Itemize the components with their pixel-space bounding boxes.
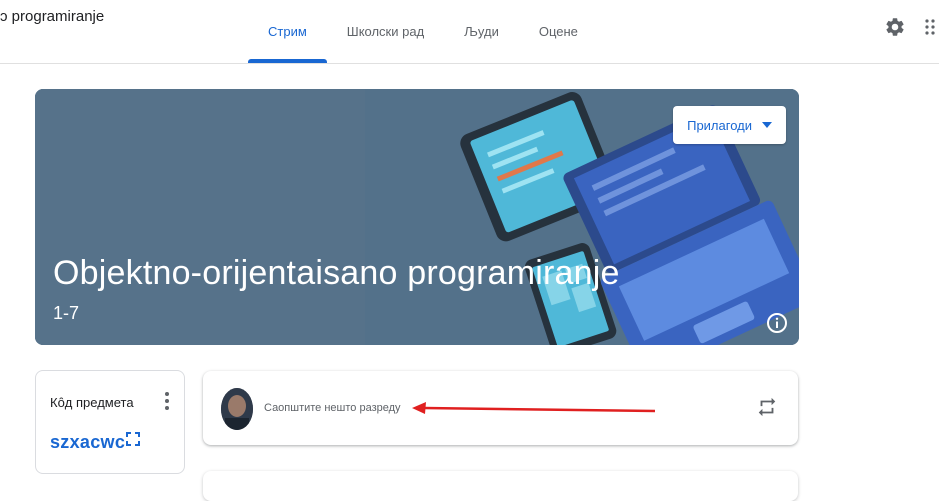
tab-classwork-label: Школски рад (346, 24, 425, 39)
caret-down-icon (762, 122, 772, 128)
info-icon[interactable] (765, 311, 789, 335)
annotation-arrow-icon (412, 402, 656, 414)
stream-post-card (203, 471, 798, 501)
more-vert-icon[interactable] (164, 391, 170, 411)
repost-icon[interactable] (756, 396, 778, 418)
tab-people-label: Људи (464, 24, 499, 39)
tab-stream-label: Стрим (268, 24, 307, 39)
tab-classwork[interactable]: Школски рад (327, 0, 444, 63)
class-code-card: Кȏд предмета szxacwc (35, 370, 185, 474)
class-name: Objektno-orijentaisano programiranje (53, 254, 620, 292)
class-section: 1-7 (53, 303, 80, 323)
tab-bar: Стрим Школски рад Људи Оцене (248, 0, 598, 63)
class-code-label: Кȏд предмета (50, 395, 134, 410)
tab-grades-label: Оцене (538, 24, 578, 39)
tab-grades[interactable]: Оцене (519, 0, 598, 63)
class-code-value: szxacwc (50, 432, 126, 452)
gear-icon[interactable] (884, 16, 906, 38)
announcement-input[interactable]: Саопштите нешто разреду (264, 402, 401, 414)
class-title[interactable]: ɔ programiranje (0, 8, 104, 25)
customize-label: Прилагоди (687, 117, 752, 133)
avatar (221, 388, 253, 430)
tab-stream[interactable]: Стрим (248, 0, 327, 63)
class-banner: Objektno-orijentaisano programiranje 1-7… (35, 89, 799, 345)
tab-people[interactable]: Људи (444, 0, 519, 63)
top-app-bar: ɔ programiranje Стрим Школски рад Људи О… (0, 0, 939, 64)
customize-button[interactable]: Прилагоди (673, 106, 786, 144)
fullscreen-icon[interactable] (126, 432, 140, 446)
apps-grid-icon[interactable] (924, 16, 938, 38)
